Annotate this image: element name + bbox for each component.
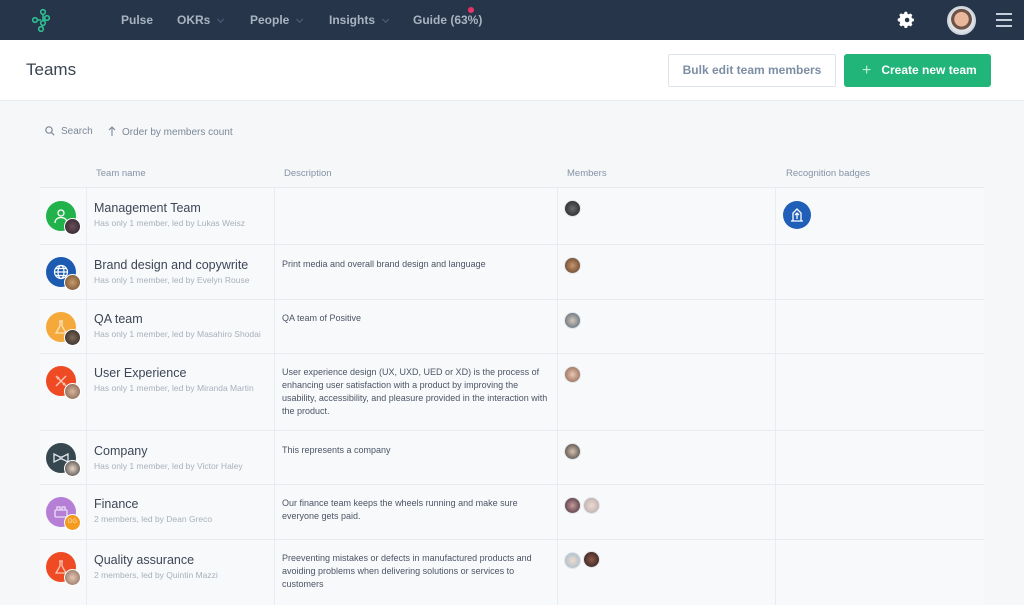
nav-okrs-label: OKRs: [177, 13, 211, 27]
team-subtitle: Has only 1 member, led by Miranda Martin: [94, 383, 254, 393]
create-team-button[interactable]: + Create new team: [844, 54, 991, 87]
nav-guide-label: Guide (63%): [413, 13, 483, 27]
bulk-edit-button[interactable]: Bulk edit team members: [668, 54, 836, 87]
table-row[interactable]: Brand design and copywrite Has only 1 me…: [40, 244, 984, 299]
team-description: Print media and overall brand design and…: [282, 259, 486, 269]
nav-okrs[interactable]: OKRs: [177, 0, 225, 40]
team-name[interactable]: Quality assurance: [94, 553, 194, 567]
table-header: Team name Description Members Recognitio…: [40, 160, 984, 187]
hamburger-icon[interactable]: [996, 13, 1012, 27]
arrow-up-icon: [108, 126, 116, 136]
page-header: Teams Bulk edit team members + Create new…: [0, 40, 1024, 101]
member-avatar[interactable]: [564, 366, 581, 383]
leader-avatar: [64, 569, 81, 586]
chevron-down-icon: [382, 15, 390, 23]
table-row[interactable]: DG Finance 2 members, led by Dean Greco …: [40, 484, 984, 539]
team-name[interactable]: Brand design and copywrite: [94, 258, 248, 272]
chevron-down-icon: [296, 15, 304, 23]
plus-icon: +: [862, 62, 872, 79]
search-button[interactable]: Search: [45, 126, 93, 137]
leader-avatar: DG: [64, 514, 81, 531]
table-row[interactable]: Management Team Has only 1 member, led b…: [40, 187, 984, 244]
team-name[interactable]: User Experience: [94, 366, 186, 380]
team-subtitle: Has only 1 member, led by Masahiro Shoda…: [94, 329, 261, 339]
member-avatar[interactable]: [564, 257, 581, 274]
table-row[interactable]: Company Has only 1 member, led by Victor…: [40, 430, 984, 484]
member-avatar[interactable]: [564, 552, 581, 569]
top-nav: Pulse OKRs People Insights Guide (63%): [0, 0, 1024, 40]
team-description: Our finance team keeps the wheels runnin…: [282, 498, 518, 521]
nav-insights[interactable]: Insights: [329, 0, 390, 40]
team-subtitle: 2 members, led by Quintin Mazzi: [94, 570, 218, 580]
nav-people-label: People: [250, 13, 290, 27]
team-name[interactable]: Company: [94, 444, 148, 458]
leader-avatar: [64, 460, 81, 477]
search-label: Search: [61, 126, 93, 137]
team-name[interactable]: QA team: [94, 312, 143, 326]
order-button[interactable]: Order by members count: [108, 126, 233, 138]
leader-avatar: [64, 218, 81, 235]
search-icon: [45, 126, 55, 136]
nav-pulse-label: Pulse: [121, 13, 154, 27]
team-description: This represents a company: [282, 445, 391, 455]
leader-avatar: [64, 274, 81, 291]
table-row[interactable]: Quality assurance 2 members, led by Quin…: [40, 539, 984, 605]
gear-icon[interactable]: [897, 11, 915, 29]
member-avatar[interactable]: [583, 551, 600, 568]
nav-people[interactable]: People: [250, 0, 304, 40]
table-row[interactable]: User Experience Has only 1 member, led b…: [40, 353, 984, 430]
team-description: User experience design (UX, UXD, UED or …: [282, 367, 548, 416]
member-avatar[interactable]: [564, 497, 581, 514]
trophy-badge-icon[interactable]: [783, 201, 811, 229]
table-row[interactable]: QA team Has only 1 member, led by Masahi…: [40, 299, 984, 353]
col-description[interactable]: Description: [284, 168, 332, 179]
order-label: Order by members count: [122, 127, 233, 138]
col-team-name[interactable]: Team name: [96, 168, 146, 179]
member-avatar[interactable]: [564, 443, 581, 460]
team-subtitle: Has only 1 member, led by Lukas Weisz: [94, 218, 246, 228]
leader-avatar: [64, 383, 81, 400]
team-name[interactable]: Management Team: [94, 201, 201, 215]
logo-icon[interactable]: [30, 8, 52, 32]
team-subtitle: Has only 1 member, led by Victor Haley: [94, 461, 243, 471]
nav-insights-label: Insights: [329, 13, 376, 27]
col-recognition-badges[interactable]: Recognition badges: [786, 168, 870, 179]
member-avatar[interactable]: [564, 200, 581, 217]
user-avatar[interactable]: [947, 6, 976, 35]
teams-table: Team name Description Members Recognitio…: [40, 160, 984, 605]
notification-dot: [468, 7, 474, 13]
team-name[interactable]: Finance: [94, 497, 138, 511]
leader-avatar: [64, 329, 81, 346]
team-description: Preeventing mistakes or defects in manuf…: [282, 553, 532, 589]
member-avatar[interactable]: [564, 312, 581, 329]
team-description: QA team of Positive: [282, 313, 362, 323]
nav-pulse[interactable]: Pulse: [121, 0, 153, 40]
nav-guide[interactable]: Guide (63%): [413, 0, 482, 40]
team-subtitle: 2 members, led by Dean Greco: [94, 514, 213, 524]
chevron-down-icon: [217, 15, 225, 23]
team-subtitle: Has only 1 member, led by Evelyn Rouse: [94, 275, 250, 285]
col-members[interactable]: Members: [567, 168, 607, 179]
create-team-label: Create new team: [881, 63, 977, 77]
page-title: Teams: [26, 60, 77, 79]
member-avatar[interactable]: [583, 497, 600, 514]
